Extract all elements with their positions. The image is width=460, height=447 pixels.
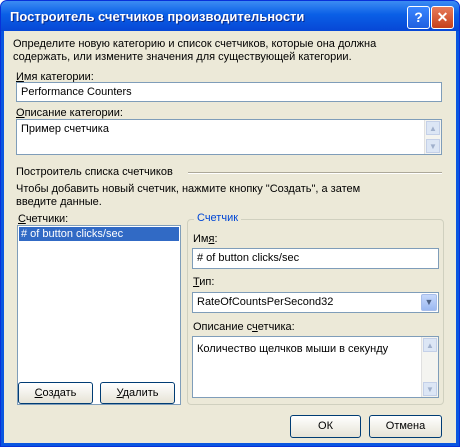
intro-text-line-1: Определите новую категорию и список счет… xyxy=(13,38,377,50)
category-description-textarea[interactable]: Пример счетчика ▲ ▼ xyxy=(16,119,442,155)
list-builder-hint-line-1: Чтобы добавить новый счетчик, нажмите кн… xyxy=(16,183,361,195)
category-name-input[interactable]: Performance Counters xyxy=(16,82,442,102)
counter-group-title: Счетчик xyxy=(194,212,242,224)
counter-description-scrollbar[interactable]: ▲ ▼ xyxy=(421,337,438,397)
chevron-down-icon[interactable]: ▼ xyxy=(421,294,437,311)
cancel-button[interactable]: Отмена xyxy=(369,415,442,438)
counter-name-label: Имя: xyxy=(193,233,218,245)
counter-description-text: Количество щелчков мыши в секунду xyxy=(197,343,389,355)
category-description-label: Описание категории: xyxy=(16,107,123,119)
dialog-window: Построитель счетчиков производительности… xyxy=(0,0,460,447)
list-builder-hint-line-2: введите данные. xyxy=(16,196,102,208)
scroll-up-arrow-icon[interactable]: ▲ xyxy=(423,338,437,352)
group-separator xyxy=(188,172,442,174)
counters-label: Счетчики: xyxy=(18,213,69,225)
counters-list[interactable]: # of button clicks/sec xyxy=(17,225,181,405)
dialog-body: Определите новую категорию и список счет… xyxy=(4,31,456,443)
list-builder-title: Построитель списка счетчиков xyxy=(16,166,173,178)
counter-type-label: Тип: xyxy=(193,276,215,288)
counter-description-label: Описание счетчика: xyxy=(193,321,295,333)
scroll-down-arrow-icon[interactable]: ▼ xyxy=(426,139,440,153)
help-button[interactable]: ? xyxy=(407,6,430,29)
scroll-down-arrow-icon[interactable]: ▼ xyxy=(423,382,437,396)
category-description-scrollbar[interactable]: ▲ ▼ xyxy=(424,120,441,154)
title-bar[interactable]: Построитель счетчиков производительности… xyxy=(1,1,459,31)
counters-list-item[interactable]: # of button clicks/sec xyxy=(19,227,179,241)
scroll-up-arrow-icon[interactable]: ▲ xyxy=(426,121,440,135)
window-title: Построитель счетчиков производительности xyxy=(10,9,305,24)
counter-type-select[interactable]: RateOfCountsPerSecond32 ▼ xyxy=(192,292,439,313)
create-button[interactable]: Создать xyxy=(18,382,93,404)
close-button[interactable]: ✕ xyxy=(431,6,454,29)
counter-name-input[interactable]: # of button clicks/sec xyxy=(192,248,439,269)
counter-description-textarea[interactable]: Количество щелчков мыши в секунду ▲ ▼ xyxy=(192,336,439,398)
delete-button[interactable]: Удалить xyxy=(100,382,175,404)
ok-button[interactable]: ОК xyxy=(290,415,361,438)
category-description-text: Пример счетчика xyxy=(21,123,109,135)
counter-type-value: RateOfCountsPerSecond32 xyxy=(197,296,334,308)
intro-text-line-2: содержать, или измените значения для сущ… xyxy=(13,51,352,63)
